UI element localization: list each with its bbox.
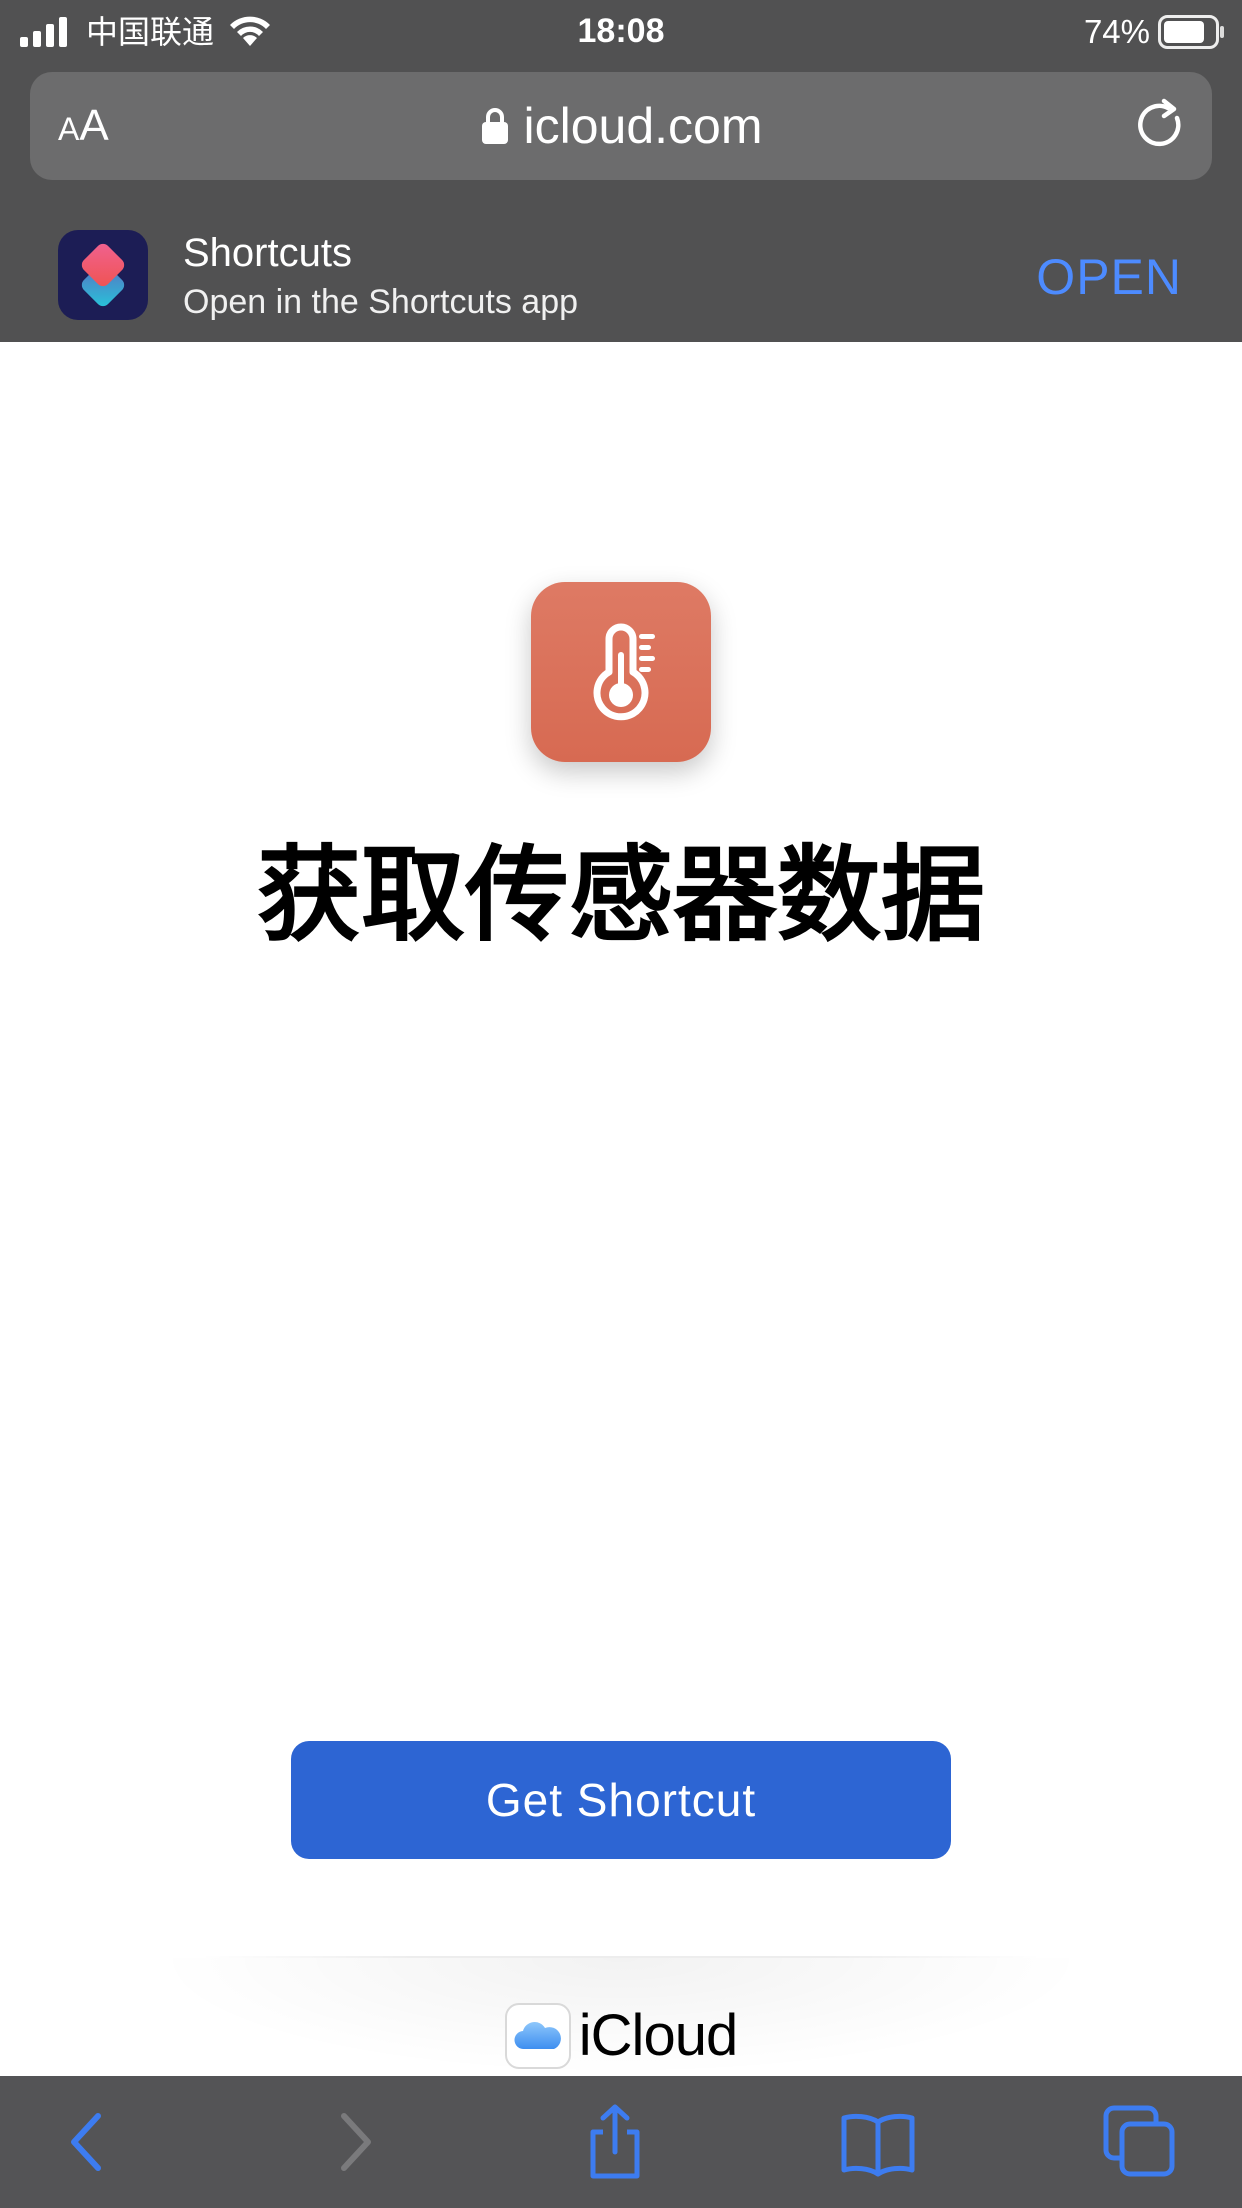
- smart-app-banner: Shortcuts Open in the Shortcuts app OPEN: [0, 192, 1242, 342]
- safari-toolbar: [0, 2076, 1242, 2208]
- icloud-brand-label: iCloud: [578, 2003, 738, 2068]
- open-app-button[interactable]: OPEN: [1036, 247, 1182, 307]
- url-display[interactable]: icloud.com: [30, 72, 1212, 180]
- battery-icon: [1158, 15, 1224, 49]
- bookmarks-icon[interactable]: [838, 2104, 918, 2180]
- shortcuts-app-icon: [58, 230, 148, 320]
- shortcuts-logo-icon: [81, 243, 125, 307]
- url-text: icloud.com: [523, 98, 763, 154]
- lock-icon: [481, 108, 508, 144]
- forward-icon[interactable]: [312, 2104, 392, 2180]
- icloud-footer-brand: iCloud: [0, 1996, 1242, 2076]
- get-shortcut-button[interactable]: Get Shortcut: [291, 1741, 951, 1859]
- battery-group: 74%: [1084, 12, 1226, 52]
- icloud-cloud-icon: [514, 2022, 561, 2050]
- icloud-logo: [504, 2003, 571, 2069]
- address-area: AA icloud.com: [0, 62, 1242, 192]
- status-bar: 中国联通 18:08 74%: [0, 0, 1242, 62]
- share-icon[interactable]: [575, 2104, 655, 2180]
- banner-app-name: Shortcuts: [183, 231, 352, 275]
- banner-subtitle: Open in the Shortcuts app: [183, 283, 579, 321]
- battery-percentage: 74%: [1083, 13, 1150, 50]
- back-icon[interactable]: [50, 2104, 130, 2180]
- thermometer-icon: [593, 623, 655, 721]
- status-time: 18:08: [577, 12, 665, 50]
- address-bar[interactable]: AA icloud.com: [30, 72, 1212, 180]
- shortcut-title: 获取传感器数据: [256, 834, 985, 956]
- tabs-icon[interactable]: [1100, 2104, 1180, 2180]
- reload-icon[interactable]: [1134, 98, 1190, 154]
- shortcut-icon: [531, 582, 711, 762]
